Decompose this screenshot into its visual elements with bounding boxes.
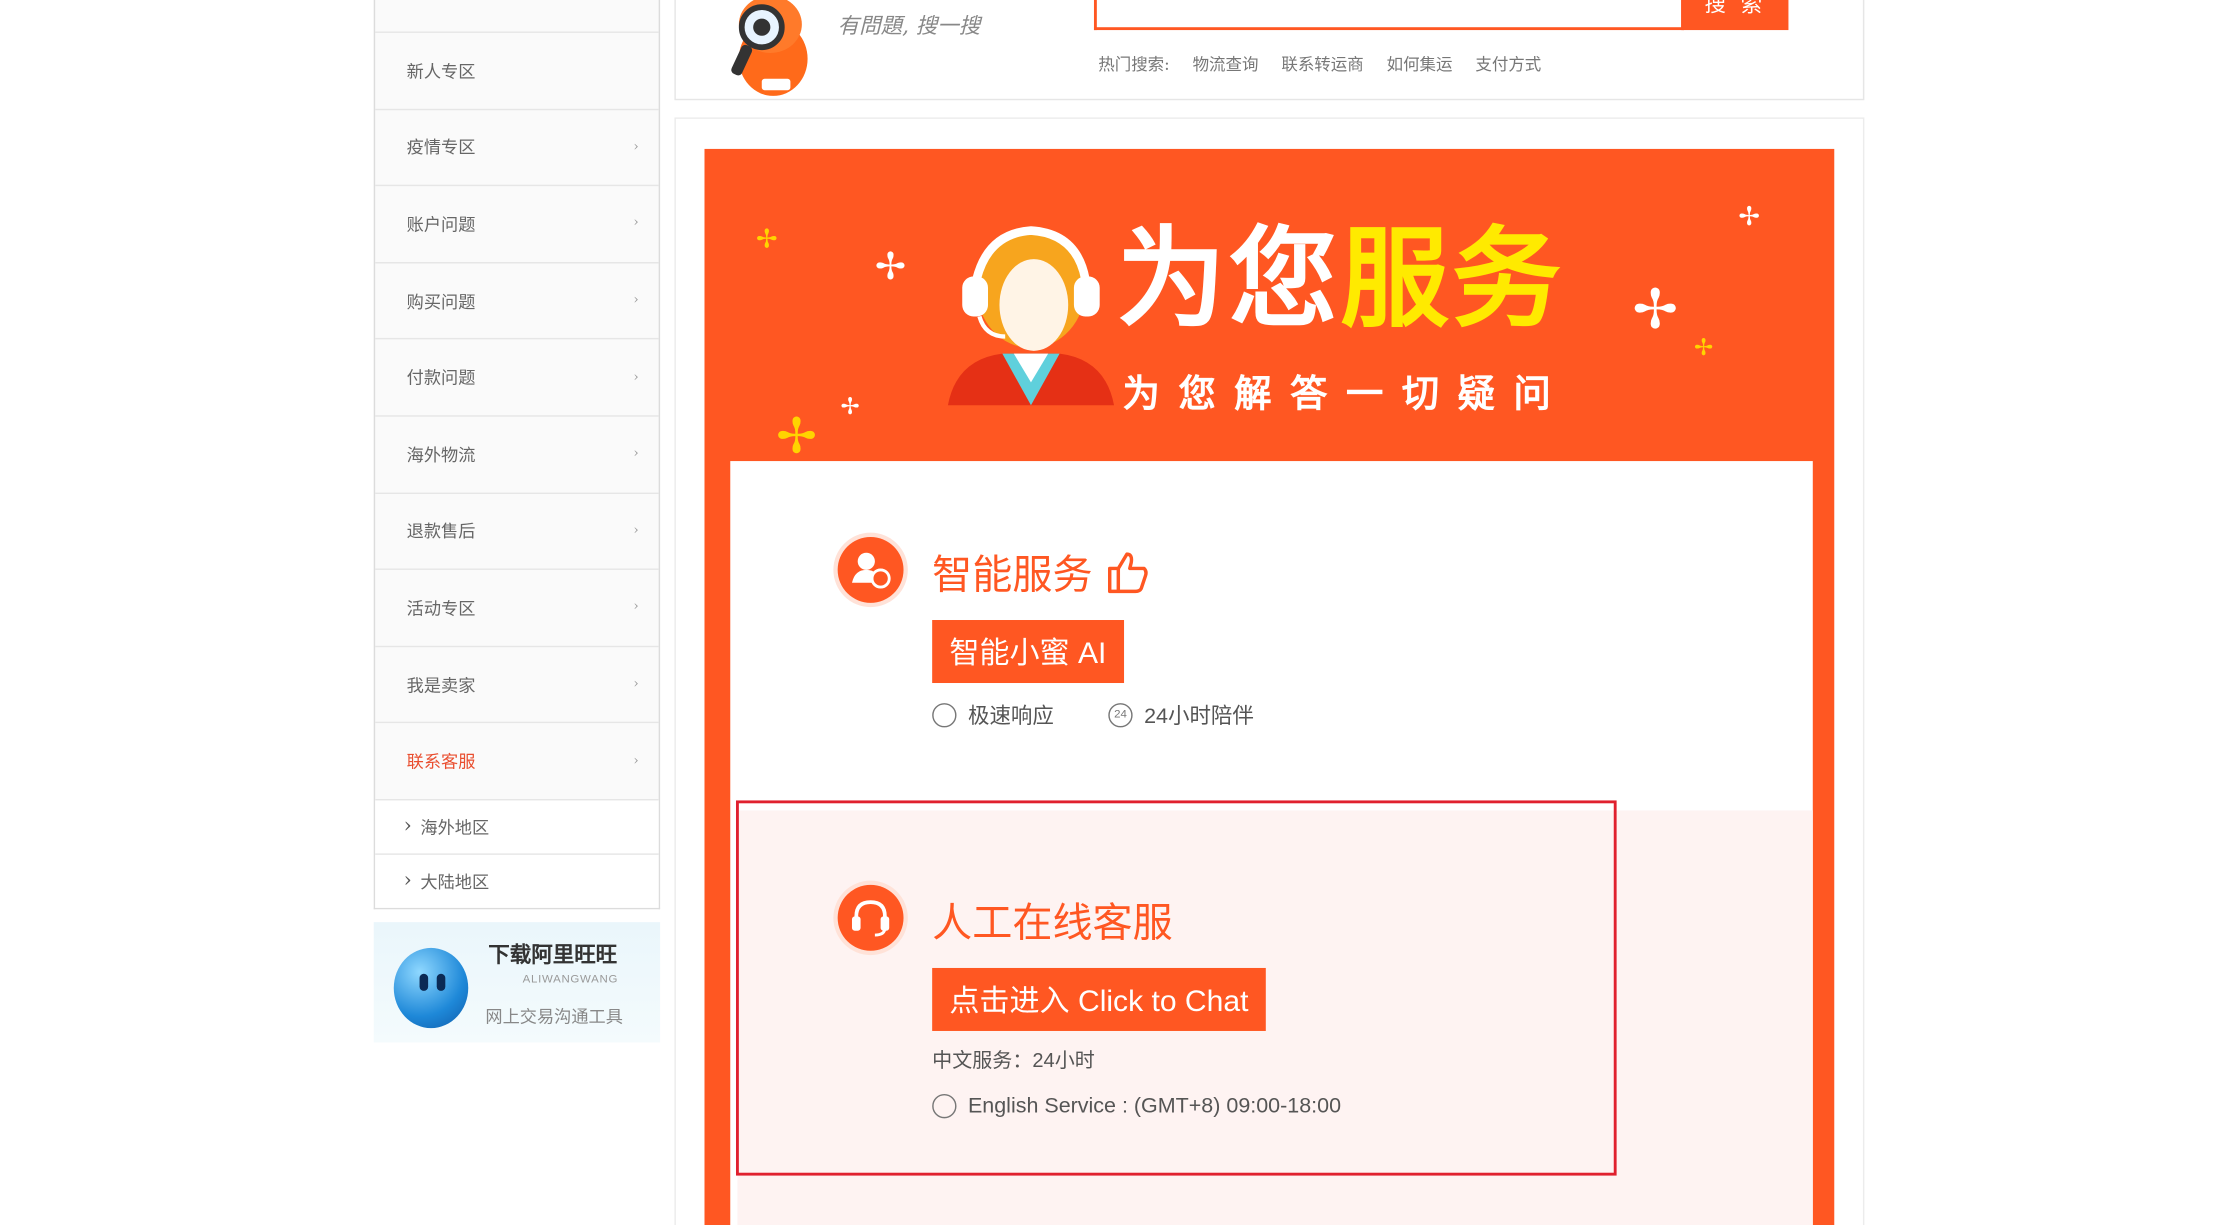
hot-link-forwarder[interactable]: 联系转运商 (1281, 53, 1363, 76)
clock-icon (932, 703, 957, 728)
sidebar-item-label: 新人专区 (406, 61, 476, 82)
sidebar-item-label: 退款售后 (406, 521, 476, 542)
sidebar-item-newcomer[interactable]: 新人专区 (375, 31, 659, 109)
sub-item-overseas[interactable]: › 海外地区 (375, 798, 659, 853)
chevron-right-icon: › (633, 370, 639, 385)
arrow-right-icon: › (403, 869, 412, 893)
smart-assistant-button[interactable]: 智能小蜜 AI (932, 620, 1124, 684)
sidebar-item-label: 账户问题 (406, 214, 476, 235)
sidebar-item-activity[interactable]: 活动专区 › (375, 568, 659, 646)
sidebar-item-purchase[interactable]: 购买问题 › (375, 261, 659, 339)
sparkle-icon: ✢ (1632, 280, 1678, 341)
sparkle-icon: ✢ (776, 409, 817, 464)
chevron-right-icon: › (633, 677, 639, 692)
banner-title-white: 为您 (1116, 219, 1341, 341)
hot-link-consolidation[interactable]: 如何集运 (1387, 53, 1453, 76)
sparkle-icon: ✢ (1738, 201, 1760, 231)
highlight-frame (735, 800, 1617, 1176)
aliwangwang-download-banner[interactable]: 下载阿里旺旺 ALIWANGWANG 网上交易沟通工具 (373, 922, 661, 1043)
feature-24h: 24 24小时陪伴 (1108, 700, 1254, 730)
sidebar-item-contact[interactable]: 联系客服 › (375, 722, 659, 799)
smart-service-title-text: 智能服务 (932, 552, 1093, 598)
sidebar-item-refund[interactable]: 退款售后 › (375, 491, 659, 569)
feature-fast-response: 极速响应 (932, 700, 1054, 730)
sidebar-item-label: 海外物流 (406, 444, 476, 466)
sub-item-label: 大陆地区 (420, 871, 490, 892)
chevron-right-icon: › (633, 293, 639, 308)
chevron-right-icon: › (633, 216, 639, 232)
banner-subtitle: ALIWANGWANG (522, 972, 619, 986)
sidebar: 新人专区 疫情专区 › 账户问题 › 购买问题 › 付款问题 › 海外物流 › … (373, 0, 661, 910)
sidebar-item-label: 我是卖家 (406, 675, 476, 696)
smart-service-icon (837, 536, 904, 603)
feature-label: 极速响应 (967, 704, 1054, 729)
arrow-right-icon: › (403, 815, 412, 839)
sidebar-item-seller[interactable]: 我是卖家 › (375, 645, 659, 722)
sidebar-item-label: 付款问题 (406, 368, 476, 389)
mascot-icon (731, 0, 808, 96)
chevron-right-icon: › (633, 523, 639, 539)
hot-searches: 热门搜索: 物流查询 联系转运商 如何集运 支付方式 (1098, 53, 1564, 76)
sub-list: › 海外地区 › 大陆地区 (375, 798, 659, 908)
search-input[interactable] (1093, 0, 1684, 31)
sparkle-icon: ✢ (1693, 336, 1714, 361)
sub-item-mainland[interactable]: › 大陆地区 (375, 853, 659, 907)
thumbs-up-icon (1104, 548, 1150, 604)
sparkle-icon: ✢ (874, 244, 907, 288)
sidebar-item-label: 联系客服 (406, 751, 476, 772)
banner-title-yellow: 服务 (1340, 219, 1564, 341)
banner-description: 网上交易沟通工具 (485, 1006, 623, 1027)
sidebar-item-logistics[interactable]: 海外物流 › (375, 415, 659, 492)
feature-label: 24小时陪伴 (1144, 704, 1254, 729)
sidebar-item-account[interactable]: 账户问题 › (375, 184, 659, 262)
search-header: 有問題, 搜一搜 搜 索 热门搜索: 物流查询 联系转运商 如何集运 支付方式 (674, 0, 1865, 101)
banner-title: 为您服务 (1117, 226, 1564, 335)
aliwangwang-logo-icon (393, 947, 469, 1029)
hot-link-payment[interactable]: 支付方式 (1475, 53, 1541, 76)
chevron-right-icon: › (633, 447, 639, 462)
banner-subtitle: 为您解答一切疑问 (1122, 372, 1570, 416)
sidebar-item-epidemic[interactable]: 疫情专区 › (375, 108, 659, 185)
sub-item-label: 海外地区 (420, 817, 490, 838)
sparkle-icon: ✢ (840, 395, 860, 420)
sidebar-item-top[interactable] (375, 0, 659, 32)
sidebar-item-label: 疫情专区 (406, 138, 476, 159)
banner-title: 下载阿里旺旺 (488, 943, 618, 968)
chevron-right-icon: › (633, 600, 639, 615)
search-button[interactable]: 搜 索 (1682, 0, 1789, 31)
chevron-right-icon: › (633, 140, 639, 155)
slogan: 有問題, 搜一搜 (837, 12, 981, 39)
sparkle-icon: ✢ (756, 224, 778, 254)
sidebar-item-label: 活动专区 (406, 598, 476, 619)
sidebar-item-label: 购买问题 (406, 291, 476, 312)
24h-icon: 24 (1108, 703, 1133, 728)
sidebar-item-payment[interactable]: 付款问题 › (375, 338, 659, 415)
hot-link-logistics[interactable]: 物流查询 (1193, 53, 1259, 76)
customer-service-agent-icon (947, 226, 1115, 406)
hot-search-label: 热门搜索: (1098, 54, 1170, 75)
smart-service-title: 智能服务 (932, 544, 1149, 604)
chevron-right-icon: › (633, 754, 639, 769)
